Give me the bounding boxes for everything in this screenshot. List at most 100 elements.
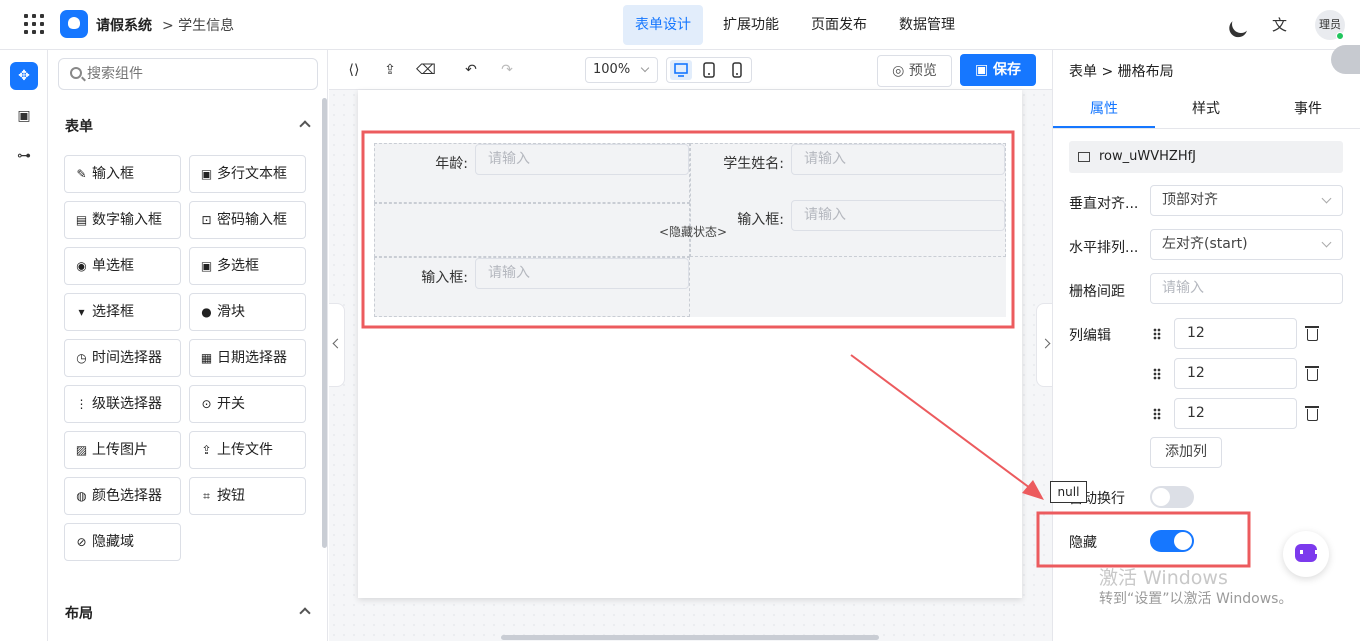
- field-label: 学生姓名:: [723, 156, 784, 172]
- trash-icon[interactable]: [1305, 326, 1319, 341]
- chevron-right-icon: [1040, 338, 1051, 349]
- component-radio[interactable]: ◉ 单选框: [64, 247, 181, 285]
- export-icon[interactable]: ⇪: [380, 60, 400, 80]
- chevron-up-icon[interactable]: [299, 607, 311, 619]
- save-icon: ▣: [974, 62, 994, 78]
- chevron-left-icon: [332, 338, 343, 349]
- trash-icon[interactable]: [1305, 406, 1319, 421]
- gutter-input[interactable]: 请输入: [1150, 273, 1343, 304]
- pencil-icon: ✎: [76, 167, 87, 181]
- tooltip: null: [1050, 481, 1087, 503]
- component-input[interactable]: ✎ 输入框: [64, 155, 181, 193]
- component-checkbox[interactable]: ▣ 多选框: [189, 247, 306, 285]
- drag-handle-icon[interactable]: [1153, 328, 1161, 340]
- mobile-icon[interactable]: [726, 60, 748, 80]
- columns-label: 列编辑: [1069, 328, 1111, 344]
- fullscreen-icon[interactable]: [1331, 45, 1360, 74]
- zoom-select[interactable]: 100%: [585, 57, 658, 83]
- components-icon[interactable]: ✥: [10, 62, 38, 90]
- grid-layout[interactable]: 年龄: 请输入 学生姓名: 请输入 <隐藏状态> 输入框: 请输入 输入框: 请…: [374, 143, 1006, 317]
- component-hidden-field[interactable]: ⊘ 隐藏域: [64, 523, 181, 561]
- auto-wrap-switch[interactable]: [1150, 486, 1194, 508]
- field-input[interactable]: 请输入: [791, 144, 1005, 175]
- redo-icon[interactable]: ↷: [497, 60, 517, 80]
- code-icon[interactable]: ▣: [10, 102, 38, 130]
- tab-form-design[interactable]: 表单设计: [623, 5, 703, 45]
- tab-properties[interactable]: 属性: [1053, 89, 1155, 129]
- component-search[interactable]: [58, 58, 318, 90]
- search-input[interactable]: [87, 64, 307, 84]
- radio-icon: ◉: [76, 259, 87, 273]
- horizontal-align-label: 水平排列...: [1069, 240, 1139, 256]
- layout-section-title[interactable]: 布局: [65, 603, 93, 623]
- component-upload-image[interactable]: ▨ 上传图片: [64, 431, 181, 469]
- component-date-picker[interactable]: ▦ 日期选择器: [189, 339, 306, 377]
- eye-off-icon: ⊘: [76, 535, 87, 549]
- design-canvas: 年龄: 请输入 学生姓名: 请输入 <隐藏状态> 输入框: 请输入 输入框: 请…: [329, 90, 1052, 641]
- component-password[interactable]: ⊡ 密码输入框: [189, 201, 306, 239]
- grid-column-hidden[interactable]: [374, 203, 690, 257]
- device-switcher: [666, 57, 752, 83]
- search-icon: [70, 67, 82, 79]
- column-span-input[interactable]: 12: [1174, 358, 1297, 389]
- component-panel-scrollbar[interactable]: [322, 98, 327, 548]
- delete-icon[interactable]: ⌫: [416, 60, 436, 80]
- component-button[interactable]: ⌗ 按钮: [189, 477, 306, 515]
- tab-extensions[interactable]: 扩展功能: [711, 5, 791, 45]
- preview-button[interactable]: ◎ 预览: [877, 55, 952, 87]
- tablet-icon[interactable]: [698, 60, 720, 80]
- component-cascader[interactable]: ⋮ 级联选择器: [64, 385, 181, 423]
- number-icon: ▤: [75, 213, 88, 227]
- field-input[interactable]: 请输入: [791, 200, 1005, 231]
- canvas-horizontal-scrollbar[interactable]: [501, 635, 879, 640]
- drag-handle-icon[interactable]: [1153, 368, 1161, 380]
- tab-page-publish[interactable]: 页面发布: [799, 5, 879, 45]
- component-switch[interactable]: ⊙ 开关: [189, 385, 306, 423]
- app-grid-icon[interactable]: [24, 14, 44, 34]
- cascader-icon: ⋮: [75, 397, 88, 411]
- image-icon: ▨: [75, 443, 88, 457]
- activation-watermark-title: 激活 Windows: [1099, 567, 1228, 589]
- panel-breadcrumb: 表单 > 栅格布局: [1069, 64, 1174, 80]
- component-color-picker[interactable]: ◍ 颜色选择器: [64, 477, 181, 515]
- calendar-icon: ▦: [200, 351, 213, 365]
- tab-data-management[interactable]: 数据管理: [887, 5, 967, 45]
- breadcrumb[interactable]: > 学生信息: [162, 15, 234, 35]
- save-button[interactable]: ▣ 保存: [960, 54, 1036, 86]
- field-input[interactable]: 请输入: [475, 258, 689, 289]
- dark-mode-icon[interactable]: [1229, 12, 1252, 35]
- code-view-icon[interactable]: ⟨⟩: [344, 60, 364, 80]
- tab-style[interactable]: 样式: [1155, 89, 1257, 129]
- drag-handle-icon[interactable]: [1153, 408, 1161, 420]
- desktop-icon[interactable]: [670, 60, 692, 80]
- trash-icon[interactable]: [1305, 366, 1319, 381]
- component-number[interactable]: ▤ 数字输入框: [64, 201, 181, 239]
- field-input[interactable]: 请输入: [475, 144, 689, 175]
- vertical-align-select[interactable]: 顶部对齐: [1150, 185, 1343, 216]
- robot-icon: [1295, 544, 1318, 562]
- app-title: 请假系统: [96, 18, 152, 34]
- field-label: 输入框:: [421, 270, 468, 286]
- collapse-right-button[interactable]: [1036, 303, 1052, 387]
- chevron-up-icon[interactable]: [299, 120, 311, 132]
- tab-events[interactable]: 事件: [1257, 89, 1359, 129]
- component-slider[interactable]: ● 滑块: [189, 293, 306, 331]
- form-section-title[interactable]: 表单: [65, 116, 93, 136]
- horizontal-align-select[interactable]: 左对齐(start): [1150, 229, 1343, 260]
- translate-icon[interactable]: 文: [1272, 14, 1287, 35]
- component-textarea[interactable]: ▣ 多行文本框: [189, 155, 306, 193]
- undo-icon[interactable]: ↶: [461, 60, 481, 80]
- column-span-input[interactable]: 12: [1174, 398, 1297, 429]
- component-select[interactable]: ▾ 选择框: [64, 293, 181, 331]
- hidden-switch[interactable]: [1150, 530, 1194, 552]
- assistant-button[interactable]: [1283, 531, 1329, 577]
- component-upload-file[interactable]: ⇪ 上传文件: [189, 431, 306, 469]
- add-column-button[interactable]: 添加列: [1150, 437, 1222, 468]
- column-span-input[interactable]: 12: [1174, 318, 1297, 349]
- tree-icon[interactable]: ⊶: [10, 142, 38, 170]
- active-tab-indicator: [1053, 126, 1155, 128]
- slider-icon: ●: [201, 305, 212, 319]
- component-time-picker[interactable]: ◷ 时间选择器: [64, 339, 181, 377]
- collapse-left-button[interactable]: [329, 303, 345, 387]
- switch-icon: ⊙: [201, 397, 212, 411]
